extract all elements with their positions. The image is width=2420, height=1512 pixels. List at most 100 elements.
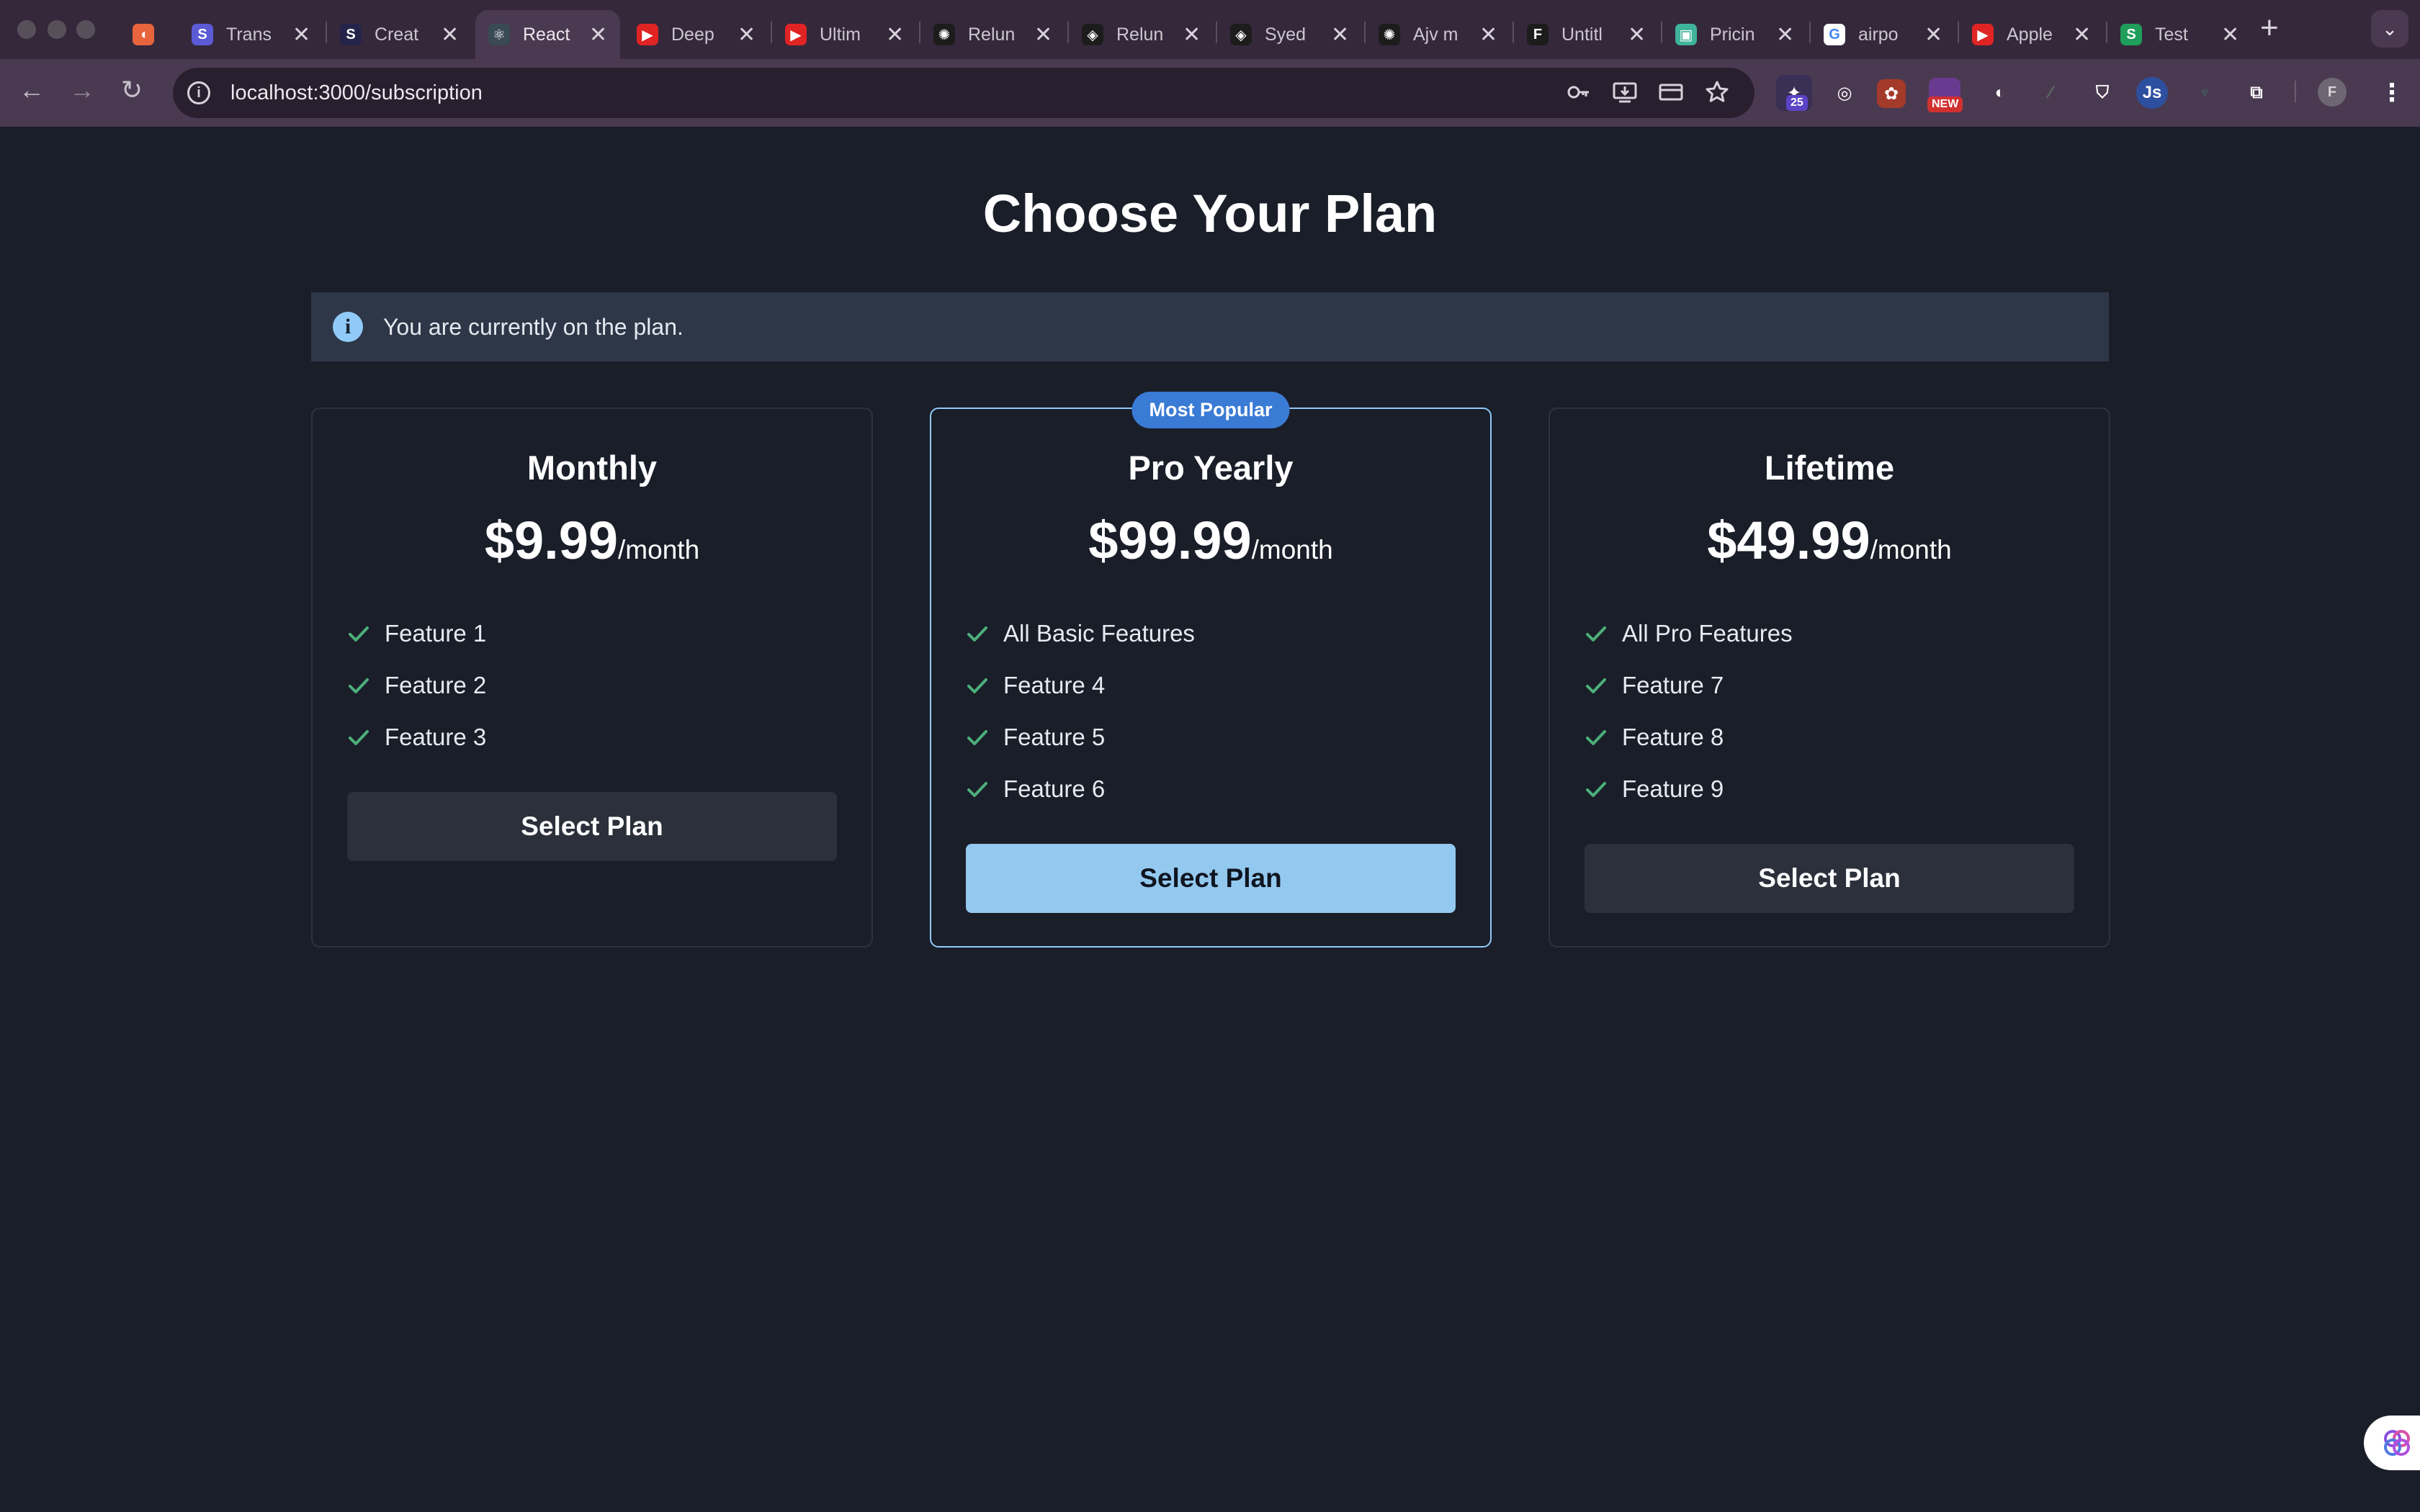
feature-label: Feature 4 — [1003, 672, 1106, 698]
feature-item: Feature 4 — [966, 660, 1195, 711]
tab-title: Apple — [2007, 24, 2053, 45]
tab-title: Trans — [226, 24, 272, 45]
browser-tab[interactable]: ◈ Relun ✕ — [1069, 10, 1214, 59]
feature-label: Feature 7 — [1622, 672, 1724, 698]
select-plan-button-pro-yearly[interactable]: Select Plan — [966, 844, 1456, 913]
select-plan-button-lifetime[interactable]: Select Plan — [1585, 844, 2074, 913]
tab-favicon-icon: S — [2120, 24, 2142, 45]
tab-close-icon[interactable]: ✕ — [738, 22, 756, 48]
alert-text: You are currently on the plan. — [383, 313, 684, 340]
tab-title: Relun — [968, 24, 1016, 45]
install-app-icon[interactable] — [1612, 79, 1638, 112]
browser-tab[interactable]: ◖ — [122, 10, 164, 59]
tab-favicon-icon: ◖ — [133, 24, 154, 45]
extensions-puzzle-icon[interactable]: ⧉ — [2238, 75, 2275, 111]
feature-list: All Pro Features Feature 7 Feature 8 Fea… — [1585, 608, 1793, 815]
check-icon — [967, 626, 987, 642]
extension-js-icon[interactable]: Js — [2136, 77, 2168, 109]
address-bar[interactable]: i localhost:3000/subscription — [173, 68, 1754, 118]
plan-period: /month — [1251, 535, 1333, 564]
extension-leaf-icon[interactable]: ♆ — [2187, 75, 2223, 111]
floating-assistant-button[interactable] — [2364, 1416, 2420, 1470]
check-icon — [967, 782, 987, 797]
select-plan-button-monthly[interactable]: Select Plan — [347, 792, 837, 861]
extension-red-icon[interactable]: ✿ — [1877, 79, 1906, 108]
tab-close-icon[interactable]: ✕ — [886, 22, 904, 48]
tab-title: Syed — [1265, 24, 1306, 45]
browser-tab[interactable]: S Test ✕ — [2107, 10, 2252, 59]
extension-pen-icon[interactable]: ⁄ — [2033, 75, 2069, 111]
address-url[interactable]: localhost:3000/subscription — [230, 81, 483, 105]
tab-close-icon[interactable]: ✕ — [1479, 22, 1497, 48]
tab-close-icon[interactable]: ✕ — [1183, 22, 1201, 48]
browser-tab[interactable]: ⚛ React ✕ — [475, 10, 621, 59]
tab-title: Ajv m — [1413, 24, 1458, 45]
tab-close-icon[interactable]: ✕ — [1776, 22, 1794, 48]
tab-close-icon[interactable]: ✕ — [292, 22, 310, 48]
browser-tab[interactable]: F Untitl ✕ — [1514, 10, 1659, 59]
plan-name: Lifetime — [1764, 449, 1895, 487]
plan-price: $99.99 — [1088, 510, 1252, 570]
reload-button[interactable]: ↻ — [121, 75, 143, 105]
browser-tab[interactable]: ◈ Syed ✕ — [1217, 10, 1362, 59]
tab-close-icon[interactable]: ✕ — [1628, 22, 1646, 48]
browser-tab[interactable]: ▣ Pricin ✕ — [1662, 10, 1807, 59]
browser-tab[interactable]: ▶ Apple ✕ — [1959, 10, 2104, 59]
feature-item: Feature 5 — [966, 711, 1195, 763]
current-plan-alert: i You are currently on the plan. — [311, 292, 2109, 361]
tab-title: Relun — [1116, 24, 1164, 45]
forward-button[interactable]: → — [69, 75, 95, 105]
window-minimize-dot[interactable] — [48, 20, 66, 39]
check-icon — [349, 678, 369, 693]
browser-tab[interactable]: ▶ Deep ✕ — [624, 10, 768, 59]
feature-list: All Basic Features Feature 4 Feature 5 F… — [966, 608, 1195, 815]
profile-avatar[interactable]: F — [2318, 78, 2347, 107]
check-icon — [349, 730, 369, 745]
extension-new-badge: NEW — [1927, 96, 1963, 112]
tab-title: React — [523, 24, 570, 45]
back-button[interactable]: ← — [19, 75, 45, 105]
tab-favicon-icon: ◈ — [1082, 24, 1103, 45]
plan-price-row: $99.99/month — [931, 510, 1490, 571]
extension-shield-icon[interactable]: ⛉ — [2084, 75, 2120, 111]
browser-tab[interactable]: ✺ Ajv m ✕ — [1366, 10, 1510, 59]
browser-tab[interactable]: S Trans ✕ — [179, 10, 323, 59]
tab-close-icon[interactable]: ✕ — [1331, 22, 1349, 48]
extension-circle-icon[interactable]: ◐ — [1982, 75, 2018, 111]
tab-close-icon[interactable]: ✕ — [2221, 22, 2239, 48]
tab-title: Pricin — [1710, 24, 1755, 45]
tab-close-icon[interactable]: ✕ — [441, 22, 459, 48]
browser-tab[interactable]: ✺ Relun ✕ — [920, 10, 1065, 59]
toolbar-divider — [2295, 81, 2296, 102]
site-info-icon[interactable]: i — [187, 81, 210, 104]
card-payment-icon[interactable] — [1658, 79, 1684, 112]
tab-close-icon[interactable]: ✕ — [589, 22, 607, 48]
check-icon — [1586, 678, 1606, 693]
browser-tab[interactable]: Gairpo ✕ — [1811, 10, 1955, 59]
bookmark-star-icon[interactable] — [1704, 79, 1730, 112]
window-zoom-dot[interactable] — [76, 20, 95, 39]
extension-target-icon[interactable]: ◎ — [1827, 75, 1863, 111]
tab-close-icon[interactable]: ✕ — [1924, 22, 1942, 48]
browser-menu-icon[interactable]: ⋮ — [2374, 75, 2410, 111]
browser-tab[interactable]: ▶ Ultim ✕ — [772, 10, 917, 59]
tab-favicon-icon: S — [192, 24, 213, 45]
plan-period: /month — [618, 535, 700, 564]
tab-title: Creat — [375, 24, 419, 45]
browser-tab[interactable]: S Creat ✕ — [327, 10, 472, 59]
most-popular-badge: Most Popular — [1131, 392, 1290, 428]
feature-label: Feature 1 — [385, 620, 487, 647]
password-key-icon[interactable] — [1566, 79, 1592, 112]
tab-favicon-icon: ▶ — [1972, 24, 1994, 45]
check-icon — [1586, 782, 1606, 797]
tab-search-button[interactable]: ⌄ — [2371, 10, 2408, 48]
tab-close-icon[interactable]: ✕ — [2073, 22, 2091, 48]
tab-favicon-icon: G — [1824, 24, 1845, 45]
window-close-dot[interactable] — [17, 20, 36, 39]
plan-name: Pro Yearly — [1128, 449, 1294, 487]
tab-close-icon[interactable]: ✕ — [1034, 22, 1052, 48]
feature-item: All Basic Features — [966, 608, 1195, 660]
feature-item: Feature 2 — [347, 660, 486, 711]
tab-favicon-icon: F — [1527, 24, 1549, 45]
new-tab-button[interactable]: + — [2260, 10, 2279, 46]
